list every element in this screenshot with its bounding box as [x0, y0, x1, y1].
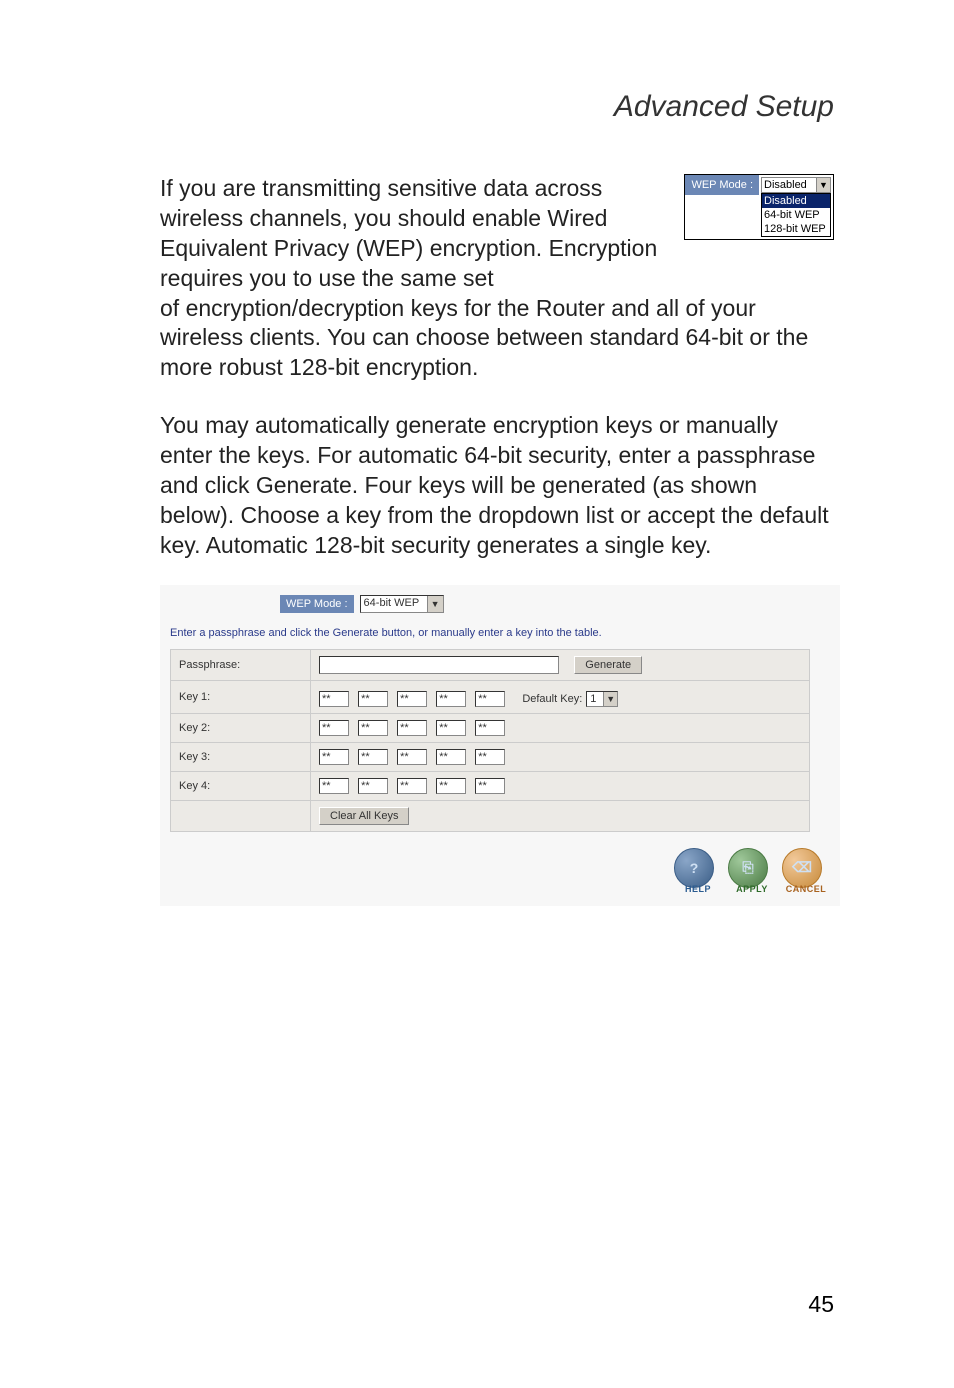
clear-all-keys-button[interactable]: Clear All Keys: [319, 807, 409, 825]
key2-field[interactable]: **: [397, 720, 427, 736]
key1-field[interactable]: **: [358, 691, 388, 707]
key2-field[interactable]: **: [475, 720, 505, 736]
wep-mode-mini-options[interactable]: Disabled 64-bit WEP 128-bit WEP: [761, 193, 831, 237]
table-row: Key 3: ** ** ** ** **: [171, 742, 810, 771]
key1-label: Key 1:: [171, 680, 311, 713]
key4-label: Key 4:: [171, 771, 311, 800]
key1-field[interactable]: **: [475, 691, 505, 707]
page-title: Advanced Setup: [160, 90, 834, 124]
apply-button[interactable]: ⎘ APPLY: [728, 848, 776, 892]
cancel-button-label: CANCEL: [786, 884, 827, 894]
default-key-select-value: 1: [587, 692, 603, 706]
key2-field[interactable]: **: [436, 720, 466, 736]
table-row: Passphrase: Generate: [171, 649, 810, 680]
passphrase-label: Passphrase:: [171, 649, 311, 680]
wep-mode-select-value: 64-bit WEP: [361, 596, 427, 612]
key2-field[interactable]: **: [319, 720, 349, 736]
wep-mode-label: WEP Mode :: [280, 595, 354, 613]
wep-config-screenshot: WEP Mode : 64-bit WEP ▼ Enter a passphra…: [160, 585, 840, 906]
paragraph-2: You may automatically generate encryptio…: [160, 411, 834, 560]
passphrase-input[interactable]: [319, 656, 559, 674]
wep-mode-mini-label: WEP Mode :: [685, 175, 759, 195]
key1-field[interactable]: **: [436, 691, 466, 707]
apply-icon: ⎘: [728, 848, 768, 888]
key1-field[interactable]: **: [319, 691, 349, 707]
help-button-label: HELP: [685, 884, 711, 894]
cancel-icon: ⌫: [782, 848, 822, 888]
table-row: Key 2: ** ** ** ** **: [171, 713, 810, 742]
chevron-down-icon: ▼: [427, 596, 443, 612]
wep-key-table: Passphrase: Generate Key 1: ** ** ** ** …: [170, 649, 810, 832]
key4-field[interactable]: **: [436, 778, 466, 794]
default-key-label: Key:: [560, 693, 582, 705]
help-icon: ?: [674, 848, 714, 888]
wep-instruction-text: Enter a passphrase and click the Generat…: [170, 627, 830, 639]
default-label: Default: [522, 693, 557, 705]
cancel-button[interactable]: ⌫ CANCEL: [782, 848, 830, 892]
wep-mode-select[interactable]: 64-bit WEP ▼: [360, 595, 444, 613]
table-row: Clear All Keys: [171, 800, 810, 831]
chevron-down-icon: ▼: [816, 178, 830, 192]
table-row: Key 1: ** ** ** ** ** Default Key: 1 ▼: [171, 680, 810, 713]
chevron-down-icon: ▼: [603, 692, 617, 706]
key4-field[interactable]: **: [397, 778, 427, 794]
generate-button[interactable]: Generate: [574, 656, 642, 674]
key2-field[interactable]: **: [358, 720, 388, 736]
wep-mode-option-disabled[interactable]: Disabled: [762, 194, 830, 208]
help-button[interactable]: ? HELP: [674, 848, 722, 892]
wep-mode-mini-select[interactable]: Disabled ▼: [761, 177, 831, 193]
paragraph-1-left: If you are transmitting sensitive data a…: [160, 174, 664, 294]
key3-field[interactable]: **: [319, 749, 349, 765]
key3-field[interactable]: **: [397, 749, 427, 765]
wep-mode-option-64bit[interactable]: 64-bit WEP: [762, 208, 830, 222]
key4-field[interactable]: **: [358, 778, 388, 794]
key2-label: Key 2:: [171, 713, 311, 742]
wep-mode-option-128bit[interactable]: 128-bit WEP: [762, 222, 830, 236]
wep-mode-mini-widget: WEP Mode : Disabled ▼ Disabled 64-bit WE…: [684, 174, 834, 240]
key4-field[interactable]: **: [475, 778, 505, 794]
page-number: 45: [808, 1291, 834, 1318]
key3-label: Key 3:: [171, 742, 311, 771]
wep-mode-mini-select-value: Disabled: [762, 178, 816, 192]
key3-field[interactable]: **: [475, 749, 505, 765]
key3-field[interactable]: **: [358, 749, 388, 765]
apply-button-label: APPLY: [736, 884, 768, 894]
key3-field[interactable]: **: [436, 749, 466, 765]
key1-field[interactable]: **: [397, 691, 427, 707]
table-row: Key 4: ** ** ** ** **: [171, 771, 810, 800]
default-key-select[interactable]: 1 ▼: [586, 691, 618, 707]
paragraph-1-rest: of encryption/decryption keys for the Ro…: [160, 294, 834, 384]
key4-field[interactable]: **: [319, 778, 349, 794]
